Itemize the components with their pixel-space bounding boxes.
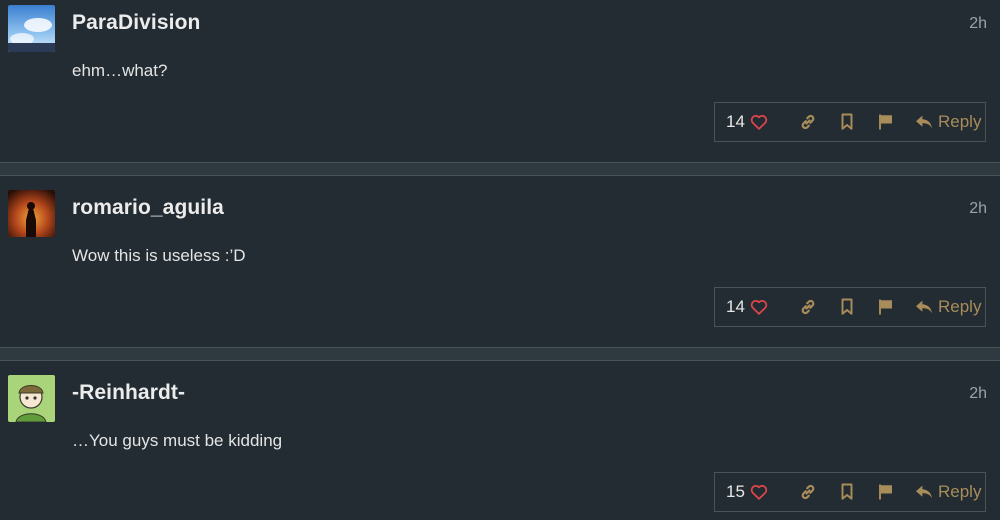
heart-icon: [750, 299, 768, 315]
avatar[interactable]: [8, 375, 55, 422]
post-actions: 15 Reply: [714, 472, 986, 512]
reply-button[interactable]: Reply: [914, 482, 981, 502]
post-timestamp[interactable]: 2h: [969, 15, 987, 33]
reply-label: Reply: [938, 482, 982, 501]
flag-icon: [878, 484, 892, 500]
copy-link-button[interactable]: [788, 483, 827, 501]
like-count: 14: [726, 297, 745, 316]
heart-icon: [750, 114, 768, 130]
post: romario_aguila 2h Wow this is useless :’…: [0, 176, 1000, 347]
bookmark-icon: [841, 298, 852, 315]
avatar[interactable]: [8, 5, 55, 52]
copy-link-button[interactable]: [788, 298, 827, 316]
reply-arrow-icon: [916, 300, 932, 314]
flag-button[interactable]: [866, 483, 905, 501]
reply-label: Reply: [938, 112, 982, 131]
copy-link-button[interactable]: [788, 113, 827, 131]
post-content: Wow this is useless :’D: [72, 246, 246, 265]
like-button[interactable]: 15: [726, 482, 788, 502]
post-divider: [0, 162, 1000, 176]
like-count: 15: [726, 482, 745, 501]
reply-arrow-icon: [916, 115, 932, 129]
flag-button[interactable]: [866, 113, 905, 131]
bookmark-icon: [841, 483, 852, 500]
bookmark-button[interactable]: [827, 113, 866, 131]
post: -Reinhardt- 2h …You guys must be kidding…: [0, 361, 1000, 520]
post-timestamp[interactable]: 2h: [969, 385, 987, 403]
reply-label: Reply: [938, 297, 982, 316]
heart-icon: [750, 484, 768, 500]
post-actions: 14 Reply: [714, 102, 986, 142]
username[interactable]: romario_aguila: [72, 196, 224, 220]
post-actions: 14 Reply: [714, 287, 986, 327]
reply-button[interactable]: Reply: [914, 297, 981, 317]
post-content: …You guys must be kidding: [72, 431, 283, 450]
link-icon: [801, 299, 814, 315]
username[interactable]: ParaDivision: [72, 11, 200, 35]
bookmark-icon: [841, 113, 852, 130]
like-count: 14: [726, 112, 745, 131]
link-icon: [801, 484, 814, 500]
post-content: ehm…what?: [72, 61, 168, 80]
bookmark-button[interactable]: [827, 483, 866, 501]
like-button[interactable]: 14: [726, 112, 788, 132]
reply-arrow-icon: [916, 485, 932, 499]
flag-button[interactable]: [866, 298, 905, 316]
post-timestamp[interactable]: 2h: [969, 200, 987, 218]
post-divider: [0, 347, 1000, 361]
avatar[interactable]: [8, 190, 55, 237]
link-icon: [801, 114, 814, 130]
username[interactable]: -Reinhardt-: [72, 381, 185, 405]
flag-icon: [878, 299, 892, 315]
post: ParaDivision 2h ehm…what? 14 Reply: [0, 0, 1000, 162]
reply-button[interactable]: Reply: [914, 112, 981, 132]
bookmark-button[interactable]: [827, 298, 866, 316]
like-button[interactable]: 14: [726, 297, 788, 317]
flag-icon: [878, 114, 892, 130]
